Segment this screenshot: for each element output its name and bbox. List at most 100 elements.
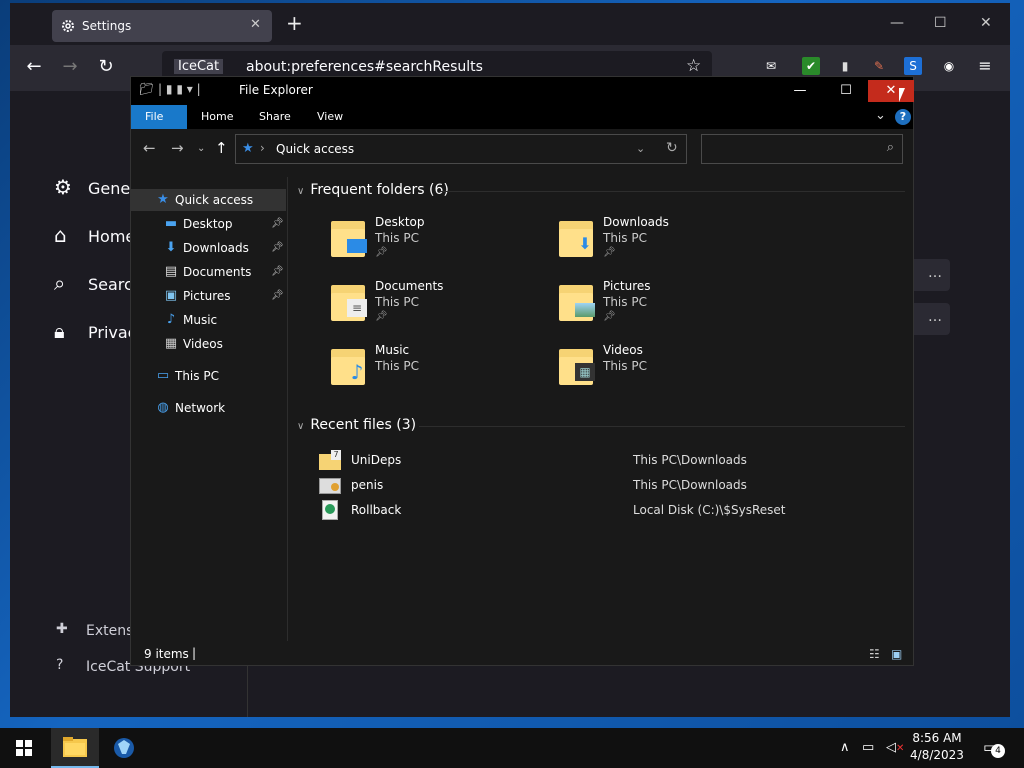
nav-item-downloads[interactable]: ⬇ Downloads 📌︎: [131, 237, 286, 259]
tab-bar: Settings ✕ + — ☐ ✕: [10, 3, 1010, 45]
show-hidden-icons-icon[interactable]: ∧: [840, 740, 850, 755]
bookmark-star-icon[interactable]: ☆: [686, 56, 701, 76]
minimize-browser-button[interactable]: —: [890, 15, 904, 31]
refresh-icon[interactable]: ↻: [666, 140, 678, 156]
close-explorer-button[interactable]: ✕: [868, 80, 914, 102]
lock-icon: 🔒︎: [54, 319, 65, 343]
pin-icon: 📌︎: [271, 266, 284, 277]
folder-location: This PC: [603, 231, 647, 245]
extension-circle-icon[interactable]: ◉: [940, 57, 958, 75]
nav-item-videos[interactable]: ▦ Videos: [131, 333, 286, 355]
network-icon[interactable]: ▭: [862, 740, 874, 755]
breadcrumb[interactable]: Quick access: [276, 142, 354, 156]
folder-icon: ⬇: [557, 217, 599, 257]
pin-icon: 📌︎: [271, 242, 284, 253]
folder-location: This PC: [603, 359, 647, 373]
nav-item-quick-access[interactable]: ★ Quick access: [131, 189, 286, 211]
recent-file-row[interactable]: penis This PC\Downloads: [319, 474, 879, 496]
notifications-icon[interactable]: ▭ 4: [983, 738, 1005, 758]
ribbon-tabs: File Home Share View ⌄ ?: [131, 105, 913, 129]
up-icon[interactable]: ↑: [215, 139, 228, 157]
pictures-icon: ▣: [164, 288, 178, 303]
taskbar-icecat[interactable]: [100, 728, 148, 768]
minimize-explorer-button[interactable]: —: [777, 80, 823, 102]
extension-s-icon[interactable]: S: [904, 57, 922, 75]
menu-icon[interactable]: ≡: [976, 57, 994, 75]
tab-view[interactable]: View: [303, 105, 357, 129]
close-browser-button[interactable]: ✕: [980, 15, 992, 31]
folder-documents[interactable]: ≡ Documents This PC 📌︎: [329, 279, 549, 339]
check-extension-icon[interactable]: ✔: [802, 57, 820, 75]
explorer-title-bar[interactable]: 📁︎ | ▮ ▮ ▾ | File Explorer — ☐ ✕: [131, 77, 914, 105]
folder-location: This PC: [375, 295, 419, 309]
url-text[interactable]: about:preferences#searchResults: [246, 59, 483, 75]
reload-icon[interactable]: ↻: [96, 57, 116, 77]
time-text: 8:56 AM: [912, 731, 962, 745]
forward-icon[interactable]: →: [171, 139, 184, 157]
recent-files-header[interactable]: ∨ Recent files (3): [297, 417, 416, 433]
nav-item-this-pc[interactable]: ▭ This PC: [131, 365, 286, 387]
close-tab-icon[interactable]: ✕: [250, 17, 261, 32]
search-icon: ⌕: [886, 140, 894, 155]
folder-desktop[interactable]: Desktop This PC 📌︎: [329, 215, 549, 275]
details-view-icon[interactable]: ☷: [869, 647, 880, 661]
pictures-icon: [575, 303, 595, 317]
recent-file-row[interactable]: Rollback Local Disk (C:)\$SysReset: [319, 499, 879, 521]
nav-label: Pictures: [183, 289, 231, 303]
back-icon[interactable]: ←: [143, 139, 156, 157]
folder-pictures[interactable]: Pictures This PC 📌︎: [557, 279, 777, 339]
quick-access-toolbar[interactable]: 📁︎ | ▮ ▮ ▾ |: [139, 82, 201, 96]
tab-settings[interactable]: Settings ✕: [52, 10, 272, 42]
pin-icon: 📌︎: [375, 247, 388, 258]
volume-muted-icon[interactable]: ◁✕: [886, 740, 904, 755]
extension-red-icon[interactable]: ✎: [870, 57, 888, 75]
recent-locations-icon[interactable]: ⌄: [197, 143, 205, 154]
tab-home[interactable]: Home: [187, 105, 247, 129]
start-button[interactable]: [0, 728, 48, 768]
nav-item-desktop[interactable]: ▬ Desktop 📌︎: [131, 213, 286, 235]
site-identity[interactable]: IceCat: [174, 59, 224, 74]
chevron-down-icon[interactable]: ∨: [297, 186, 304, 197]
group-title: Frequent folders (6): [310, 182, 449, 198]
file-path: This PC\Downloads: [633, 453, 747, 467]
large-icons-view-icon[interactable]: ▣: [891, 647, 902, 661]
nav-item-pictures[interactable]: ▣ Pictures 📌︎: [131, 285, 286, 307]
recent-file-row[interactable]: 7 UniDeps This PC\Downloads: [319, 449, 879, 471]
mouse-cursor: [899, 88, 905, 102]
folder-music[interactable]: ♪ Music This PC: [329, 343, 549, 403]
nav-item-music[interactable]: ♪ Music: [131, 309, 286, 331]
folder-videos[interactable]: ▦ Videos This PC: [557, 343, 777, 403]
expand-ribbon-icon[interactable]: ⌄: [875, 108, 886, 123]
sidebar-item-home[interactable]: Home: [88, 227, 135, 246]
address-bar[interactable]: ★ › Quick access ⌄ ↻: [235, 134, 687, 164]
mail-icon[interactable]: ✉: [762, 57, 780, 75]
clock[interactable]: 8:56 AM 4/8/2023: [906, 730, 968, 764]
frequent-folders-header[interactable]: ∨ Frequent folders (6): [297, 182, 449, 198]
nav-item-network[interactable]: ◍ Network: [131, 397, 286, 419]
documents-icon: ≡: [347, 299, 367, 317]
gear-icon: [62, 20, 74, 32]
new-tab-button[interactable]: +: [286, 11, 303, 35]
chevron-right-icon[interactable]: ›: [260, 141, 265, 155]
taskbar: ∧ ▭ ◁✕ 8:56 AM 4/8/2023 ▭ 4: [0, 728, 1024, 768]
tab-file[interactable]: File: [131, 105, 187, 129]
maximize-browser-button[interactable]: ☐: [934, 15, 947, 31]
star-icon: ★: [242, 141, 254, 156]
file-name: Rollback: [351, 503, 402, 517]
documents-icon: ▤: [164, 264, 178, 279]
search-input[interactable]: ⌕: [701, 134, 903, 164]
folder-downloads[interactable]: ⬇ Downloads This PC 📌︎: [557, 215, 777, 275]
folder-icon: ▦: [557, 345, 599, 385]
maximize-explorer-button[interactable]: ☐: [823, 80, 869, 102]
forward-icon[interactable]: →: [60, 57, 80, 77]
tab-share[interactable]: Share: [245, 105, 305, 129]
chevron-down-icon[interactable]: ∨: [297, 421, 304, 432]
nav-item-documents[interactable]: ▤ Documents 📌︎: [131, 261, 286, 283]
extension-icon[interactable]: ▮: [836, 57, 854, 75]
back-icon[interactable]: ←: [24, 57, 44, 77]
music-icon: ♪: [166, 312, 176, 327]
help-icon[interactable]: ?: [895, 109, 911, 125]
download-icon: ⬇: [165, 240, 177, 255]
chevron-down-icon[interactable]: ⌄: [636, 142, 645, 155]
taskbar-file-explorer[interactable]: [51, 728, 99, 768]
